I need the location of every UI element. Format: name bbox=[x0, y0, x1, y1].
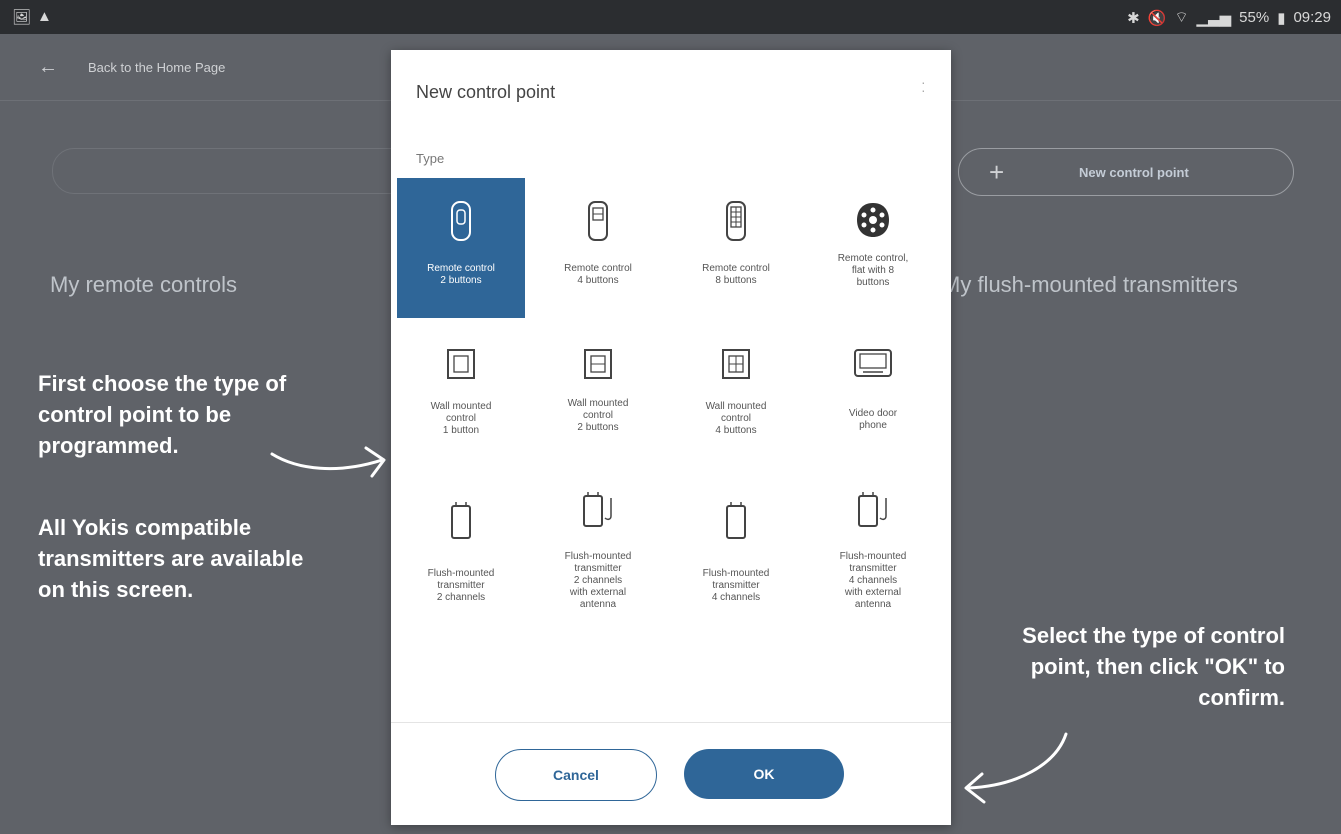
wifi-icon: ⌔ bbox=[1174, 9, 1189, 26]
annotation-arrow-right-icon bbox=[270, 446, 386, 478]
section-title-remote-controls: My remote controls bbox=[50, 272, 238, 297]
tile-video-phone[interactable]: Video door phone bbox=[809, 326, 937, 466]
dialog-divider bbox=[391, 722, 951, 723]
section-title-flush-mounted: My flush-mounted transmitters bbox=[942, 272, 1238, 297]
dialog-title: New control point bbox=[416, 82, 556, 102]
tile-remote-8[interactable]: Remote control 8 buttons bbox=[672, 178, 800, 318]
remote-flat-icon bbox=[857, 203, 889, 237]
remote-4-icon bbox=[588, 201, 608, 241]
warning-icon: ▲ bbox=[37, 8, 52, 25]
ok-button[interactable]: OK bbox=[684, 749, 844, 799]
annotation-arrow-left-icon bbox=[964, 732, 1068, 804]
tile-caption: Remote control 2 buttons bbox=[427, 263, 495, 286]
tile-flush-4[interactable]: Flush-mounted transmitter 4 channels bbox=[672, 478, 800, 618]
gallery-icon: 🖼 bbox=[12, 9, 32, 26]
tile-caption: Flush-mounted transmitter 2 channels bbox=[427, 568, 495, 603]
wall-4-icon bbox=[722, 349, 750, 379]
tile-flush-2[interactable]: Flush-mounted transmitter 2 channels bbox=[397, 478, 525, 618]
tile-remote-flat[interactable]: Remote control, flat with 8 buttons bbox=[809, 178, 937, 318]
new-control-point-dialog: New control point · · Type Remote control… bbox=[391, 50, 951, 825]
flush-2-icon bbox=[451, 502, 471, 539]
tile-caption: Wall mounted control 4 buttons bbox=[705, 401, 767, 436]
tile-caption: Flush-mounted transmitter 4 channels bbox=[702, 568, 770, 603]
plus-icon: + bbox=[989, 157, 1005, 187]
tile-caption: Wall mounted control 1 button bbox=[430, 401, 492, 436]
signal-icon: ▁▃▅ bbox=[1196, 9, 1232, 27]
tile-wall-2[interactable]: Wall mounted control 2 buttons bbox=[534, 326, 662, 466]
tile-caption: Remote control 4 buttons bbox=[564, 263, 632, 286]
annotation-third: Select the type of control point, then c… bbox=[1022, 623, 1285, 710]
tile-flush-2-antenna[interactable]: Flush-mounted transmitter 2 channels wit… bbox=[534, 478, 662, 618]
wall-2-icon bbox=[584, 349, 612, 379]
tile-caption: Remote control 8 buttons bbox=[702, 263, 770, 286]
tile-flush-4-antenna[interactable]: Flush-mounted transmitter 4 channels wit… bbox=[809, 478, 937, 618]
bluetooth-icon: ✱ bbox=[1127, 9, 1140, 27]
annotation-second: All Yokis compatible transmitters are av… bbox=[38, 515, 304, 602]
tile-caption: Flush-mounted transmitter 4 channels wit… bbox=[839, 551, 907, 610]
tile-caption: Remote control, flat with 8 buttons bbox=[837, 253, 909, 288]
tile-caption: Wall mounted control 2 buttons bbox=[567, 398, 629, 433]
new-control-point-label: New control point bbox=[1079, 165, 1189, 180]
back-arrow-icon[interactable]: ← bbox=[38, 56, 58, 79]
tile-caption: Video door phone bbox=[848, 408, 898, 431]
clock: 09:29 bbox=[1293, 9, 1331, 26]
more-options-icon[interactable]: · · bbox=[921, 75, 926, 97]
cancel-button[interactable]: Cancel bbox=[495, 749, 657, 801]
flush-2-antenna-icon bbox=[583, 492, 612, 527]
remote-2-icon bbox=[451, 201, 471, 241]
tile-caption: Flush-mounted transmitter 2 channels wit… bbox=[564, 551, 632, 610]
mute-icon: 🔇 bbox=[1147, 9, 1167, 27]
video-phone-icon bbox=[854, 349, 892, 377]
new-control-point-button[interactable]: + New control point bbox=[958, 148, 1294, 196]
tile-wall-4[interactable]: Wall mounted control 4 buttons bbox=[672, 326, 800, 466]
tile-wall-1[interactable]: Wall mounted control 1 button bbox=[397, 326, 525, 466]
remote-8-icon bbox=[726, 201, 746, 241]
battery-icon: ▮ bbox=[1277, 9, 1286, 27]
tile-remote-4[interactable]: Remote control 4 buttons bbox=[534, 178, 662, 318]
wall-1-icon bbox=[447, 349, 475, 379]
back-link[interactable]: Back to the Home Page bbox=[88, 60, 225, 75]
type-label: Type bbox=[416, 151, 445, 166]
flush-4-antenna-icon bbox=[858, 492, 887, 527]
flush-4-icon bbox=[726, 502, 746, 539]
status-bar: 🖼 ▲ ✱ 🔇 ⌔ ▁▃▅ 55% ▮ 09:29 bbox=[0, 0, 1341, 34]
tile-remote-2[interactable]: Remote control 2 buttons bbox=[397, 178, 525, 318]
battery-percent: 55% bbox=[1239, 9, 1270, 26]
